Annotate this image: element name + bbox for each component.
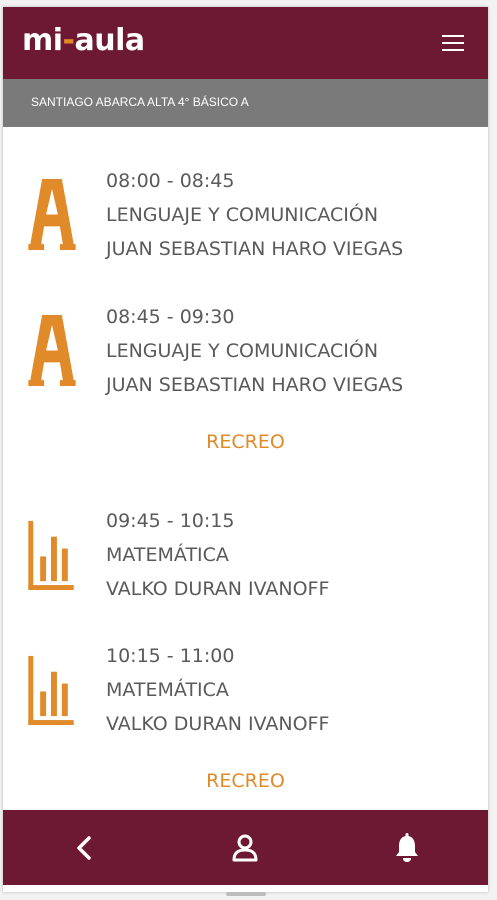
letter-a-icon — [28, 178, 76, 250]
top-bar: mi-aula — [3, 7, 488, 79]
letter-a-icon — [28, 314, 76, 386]
class-subject: MATEMÁTICA — [106, 679, 229, 701]
schedule-list: 08:00 - 08:45 LENGUAJE Y COMUNICACIÓN JU… — [3, 127, 488, 810]
bottom-nav — [3, 810, 488, 885]
chevron-left-icon[interactable] — [67, 830, 103, 866]
class-teacher: VALKO DURAN IVANOFF — [106, 713, 330, 735]
schedule-item[interactable]: 08:00 - 08:45 LENGUAJE Y COMUNICACIÓN JU… — [3, 159, 488, 269]
bar-chart-icon — [28, 655, 74, 725]
bell-icon[interactable] — [389, 830, 425, 866]
break-label: RECREO — [206, 431, 285, 453]
scroll-indicator — [226, 892, 266, 896]
schedule-item[interactable]: 08:45 - 09:30 LENGUAJE Y COMUNICACIÓN JU… — [3, 295, 488, 405]
user-icon[interactable] — [227, 830, 263, 866]
class-subject: LENGUAJE Y COMUNICACIÓN — [106, 340, 379, 362]
student-bar: SANTIAGO ABARCA ALTA 4° BÁSICO A — [3, 79, 488, 127]
class-time: 10:15 - 11:00 — [106, 645, 235, 667]
schedule-item[interactable]: 10:15 - 11:00 MATEMÁTICA VALKO DURAN IVA… — [3, 634, 488, 744]
break-label: RECREO — [206, 770, 285, 792]
app-logo: mi-aula — [22, 23, 145, 58]
class-subject: LENGUAJE Y COMUNICACIÓN — [106, 204, 379, 226]
class-subject: MATEMÁTICA — [106, 544, 229, 566]
class-teacher: VALKO DURAN IVANOFF — [106, 578, 330, 600]
schedule-item[interactable]: 09:45 - 10:15 MATEMÁTICA VALKO DURAN IVA… — [3, 499, 488, 609]
bar-chart-icon — [28, 520, 74, 590]
class-time: 08:00 - 08:45 — [106, 170, 235, 192]
student-name: SANTIAGO ABARCA ALTA 4° BÁSICO A — [31, 95, 249, 109]
hamburger-menu-icon[interactable] — [442, 35, 464, 51]
class-time: 08:45 - 09:30 — [106, 306, 235, 328]
class-teacher: JUAN SEBASTIAN HARO VIEGAS — [106, 238, 404, 260]
class-teacher: JUAN SEBASTIAN HARO VIEGAS — [106, 374, 404, 396]
class-time: 09:45 - 10:15 — [106, 510, 235, 532]
app-frame: mi-aula SANTIAGO ABARCA ALTA 4° BÁSICO A… — [3, 7, 488, 892]
